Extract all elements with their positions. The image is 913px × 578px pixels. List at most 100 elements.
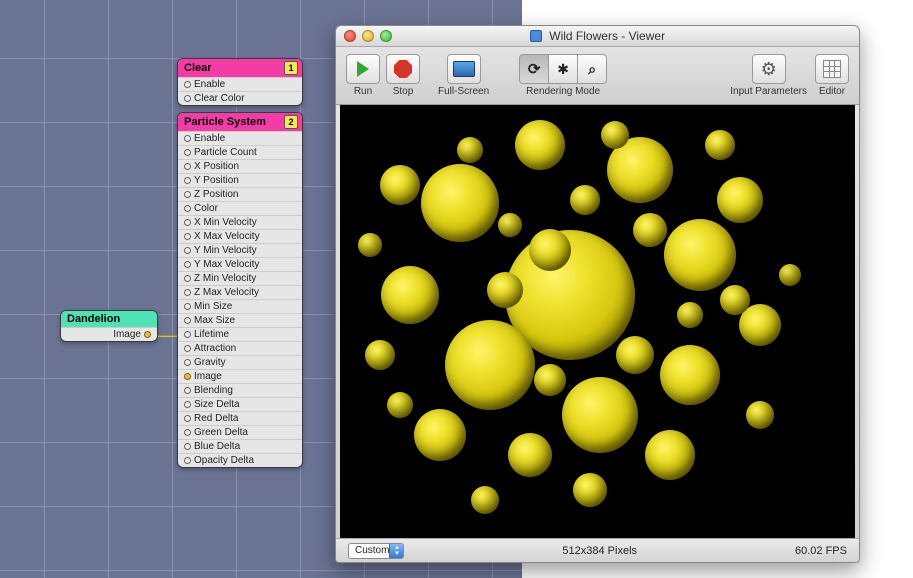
particle-flower bbox=[573, 473, 607, 507]
node-input-port[interactable]: X Position bbox=[178, 159, 302, 173]
node-input-port[interactable]: Enable bbox=[178, 131, 302, 145]
node-input-port[interactable]: Blue Delta bbox=[178, 439, 302, 453]
port-label: Z Position bbox=[194, 189, 238, 200]
port-label: X Min Velocity bbox=[194, 217, 257, 228]
port-label: Particle Count bbox=[194, 147, 257, 158]
node-input-port[interactable]: Blending bbox=[178, 383, 302, 397]
node-input-port[interactable]: Min Size bbox=[178, 299, 302, 313]
port-label: Y Min Velocity bbox=[194, 245, 257, 256]
node-input-port[interactable]: Image bbox=[178, 369, 302, 383]
fullscreen-button[interactable] bbox=[447, 54, 481, 84]
node-dandelion[interactable]: Dandelion Image bbox=[60, 310, 158, 342]
port-label: X Max Velocity bbox=[194, 231, 260, 242]
stop-button[interactable] bbox=[386, 54, 420, 84]
port-socket-icon bbox=[184, 359, 191, 366]
particle-flower bbox=[421, 164, 499, 242]
port-socket-icon bbox=[184, 247, 191, 254]
port-label: Z Min Velocity bbox=[194, 273, 256, 284]
node-input-port[interactable]: Lifetime bbox=[178, 327, 302, 341]
grid-icon bbox=[823, 60, 841, 78]
node-title: Particle System 2 bbox=[178, 113, 302, 131]
port-socket-icon bbox=[184, 401, 191, 408]
particle-flower bbox=[570, 185, 600, 215]
port-socket-icon bbox=[184, 457, 191, 464]
port-label: Green Delta bbox=[194, 427, 248, 438]
node-input-port[interactable]: Red Delta bbox=[178, 411, 302, 425]
node-input-port[interactable]: Z Max Velocity bbox=[178, 285, 302, 299]
node-particle-system[interactable]: Particle System 2 EnableParticle CountX … bbox=[177, 112, 303, 468]
window-titlebar[interactable]: Wild Flowers - Viewer bbox=[336, 26, 859, 47]
particle-flower bbox=[487, 272, 523, 308]
editor-button[interactable] bbox=[815, 54, 849, 84]
port-socket-icon bbox=[184, 219, 191, 226]
port-label: Attraction bbox=[194, 343, 236, 354]
port-socket-icon bbox=[184, 233, 191, 240]
port-label: Image bbox=[194, 371, 222, 382]
port-socket-icon bbox=[184, 205, 191, 212]
node-input-port[interactable]: Particle Count bbox=[178, 145, 302, 159]
node-order-badge: 1 bbox=[284, 61, 298, 75]
port-label: Lifetime bbox=[194, 329, 229, 340]
node-input-port[interactable]: Green Delta bbox=[178, 425, 302, 439]
run-button[interactable] bbox=[346, 54, 380, 84]
particle-flower bbox=[705, 130, 735, 160]
particle-flower bbox=[534, 364, 566, 396]
rendering-mode-reload[interactable]: ⟳ bbox=[519, 54, 549, 84]
port-label: Min Size bbox=[194, 301, 232, 312]
stepper-icon[interactable]: ▴▾ bbox=[389, 544, 403, 558]
node-clear[interactable]: Clear 1 EnableClear Color bbox=[177, 58, 303, 106]
node-input-port[interactable]: Z Position bbox=[178, 187, 302, 201]
connection-wire bbox=[157, 335, 179, 337]
node-input-port[interactable]: Y Min Velocity bbox=[178, 243, 302, 257]
port-socket-icon bbox=[184, 275, 191, 282]
rendering-mode-segment: ⟳ ✱ ⌕ bbox=[519, 54, 607, 84]
node-input-port[interactable]: Size Delta bbox=[178, 397, 302, 411]
particle-flower bbox=[358, 233, 382, 257]
node-input-port[interactable]: Max Size bbox=[178, 313, 302, 327]
rendering-mode-inspect[interactable]: ⌕ bbox=[577, 54, 607, 84]
particle-flower bbox=[677, 302, 703, 328]
node-input-port[interactable]: X Max Velocity bbox=[178, 229, 302, 243]
port-label: Red Delta bbox=[194, 413, 238, 424]
port-label: Clear Color bbox=[194, 93, 245, 104]
particle-flower bbox=[529, 229, 571, 271]
port-label: Enable bbox=[194, 79, 225, 90]
node-input-port[interactable]: Enable bbox=[178, 77, 302, 91]
port-socket-icon bbox=[184, 373, 191, 380]
node-input-port[interactable]: Attraction bbox=[178, 341, 302, 355]
toolbar-label: Run bbox=[354, 86, 372, 97]
port-label: Enable bbox=[194, 133, 225, 144]
particle-flower bbox=[645, 430, 695, 480]
viewer-toolbar: Run Stop Full-Screen ⟳ ✱ ⌕ Rendering Mod… bbox=[336, 47, 859, 105]
particle-flower bbox=[387, 392, 413, 418]
reload-icon: ⟳ bbox=[528, 60, 541, 78]
port-socket-icon bbox=[184, 317, 191, 324]
node-input-port[interactable]: Z Min Velocity bbox=[178, 271, 302, 285]
port-socket-icon bbox=[184, 81, 191, 88]
node-input-port[interactable]: Y Position bbox=[178, 173, 302, 187]
window-title-text: Wild Flowers - Viewer bbox=[549, 29, 665, 43]
particle-flower bbox=[601, 121, 629, 149]
node-input-port[interactable]: Clear Color bbox=[178, 91, 302, 105]
node-input-port[interactable]: Gravity bbox=[178, 355, 302, 369]
node-input-port[interactable]: Y Max Velocity bbox=[178, 257, 302, 271]
node-order-badge: 2 bbox=[284, 115, 298, 129]
viewer-window[interactable]: Wild Flowers - Viewer Run Stop Full-Scre… bbox=[335, 25, 860, 563]
port-socket-icon bbox=[184, 303, 191, 310]
port-label: Color bbox=[194, 203, 218, 214]
input-parameters-button[interactable]: ⚙ bbox=[752, 54, 786, 84]
port-socket-icon bbox=[184, 177, 191, 184]
particle-flower bbox=[562, 377, 638, 453]
node-output-port[interactable]: Image bbox=[61, 327, 157, 341]
size-preset-combo[interactable]: Custom ▴▾ bbox=[348, 543, 404, 559]
render-viewport bbox=[340, 105, 855, 538]
particle-flower bbox=[633, 213, 667, 247]
port-label: Y Position bbox=[194, 175, 239, 186]
rendering-mode-debug[interactable]: ✱ bbox=[548, 54, 578, 84]
combo-value: Custom bbox=[355, 545, 389, 556]
particle-flower bbox=[380, 165, 420, 205]
node-input-port[interactable]: Opacity Delta bbox=[178, 453, 302, 467]
node-input-port[interactable]: X Min Velocity bbox=[178, 215, 302, 229]
play-icon bbox=[357, 61, 369, 77]
node-input-port[interactable]: Color bbox=[178, 201, 302, 215]
